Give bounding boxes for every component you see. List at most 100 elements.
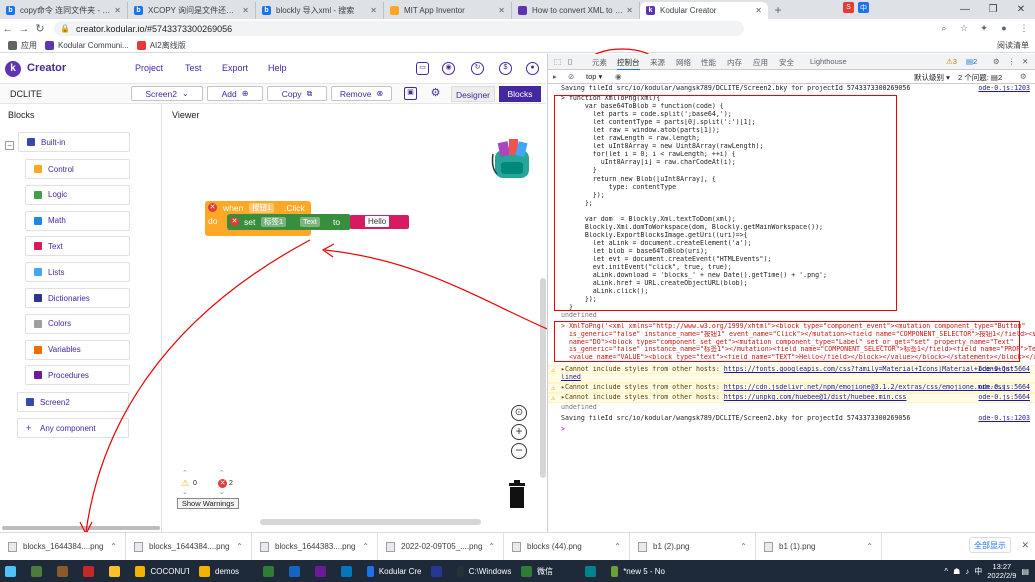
sidebar-toggle-icon[interactable]: ▸ [553,72,557,81]
console-settings-icon[interactable]: ⚙ [1020,72,1027,81]
console-source-link[interactable]: ode-0.js:1203 [978,85,1030,93]
network-icon[interactable]: ☗ [953,567,960,576]
tab-console[interactable]: 控制台 [617,57,640,71]
log-level-select[interactable]: 默认级别 ▾ [914,72,950,83]
browser-tab[interactable]: How to convert XML to png? ✕ [512,2,640,19]
minimize-icon[interactable]: — [951,4,979,15]
chevron-up-icon[interactable]: ⌃ [866,542,873,551]
forward-icon[interactable]: → [16,23,32,35]
taskbar-app[interactable] [258,560,284,582]
designer-tab[interactable]: Designer [451,86,495,102]
trash-icon[interactable] [507,479,527,509]
warning-link[interactable]: https://fonts.googleapis.com/css?family=… [724,366,1014,373]
screen-select-button[interactable]: Screen2 ⌄ [131,86,203,101]
taskbar-app[interactable]: C:\Windows\syste... [452,560,516,582]
volume-icon[interactable]: ♪ [965,567,969,576]
taskbar-app[interactable] [26,560,52,582]
gamepad-icon[interactable]: ◉ [442,62,455,75]
warning-link[interactable]: https://unpkg.com/huebee@1/dist/huebee.m… [724,394,907,401]
settings-gear-icon[interactable]: ⚙ [429,87,442,100]
browser-tab[interactable]: b blockly 导入xml - 搜索 ✕ [256,2,384,19]
reading-list[interactable]: 阅读清单 [997,40,1029,51]
tree-any-component[interactable]: + Any component [17,418,129,438]
chevron-up-icon[interactable]: ⌃ [740,542,747,551]
menu-icon[interactable]: ⋮ [1017,21,1031,35]
tree-builtin-item[interactable]: Text [25,236,130,257]
chevron-up-icon[interactable]: ⌃ [110,542,117,551]
star-icon[interactable]: ☆ [957,21,971,35]
backpack-icon[interactable] [489,136,535,182]
tree-screen2[interactable]: Screen2 [17,392,129,412]
chevron-down-icon[interactable]: ⌄ [219,488,225,496]
taskbar-app[interactable] [104,560,130,582]
tab-performance[interactable]: 性能 [701,57,716,68]
collapse-builtin-icon[interactable]: − [5,141,14,150]
tree-builtin[interactable]: Built-in [18,132,130,152]
eye-icon[interactable]: ◉ [615,72,622,81]
taskbar-app[interactable] [580,560,606,582]
download-item[interactable]: b1 (1).png ⌃ [756,532,882,561]
device-toolbar-icon[interactable]: ▯ [568,57,572,66]
menu-test[interactable]: Test [185,63,202,73]
download-item[interactable]: 2022-02-09T05_....png ⌃ [378,532,504,561]
taskbar-app[interactable] [284,560,310,582]
download-item[interactable]: b1 (2).png ⌃ [630,532,756,561]
url-input[interactable]: 🔒 creator.kodular.io/#5743373300269056 [54,21,744,36]
menu-export[interactable]: Export [222,63,248,73]
download-item[interactable]: blocks (44).png ⌃ [504,532,630,561]
text-property-dropdown[interactable]: Text [300,217,320,227]
label-component-dropdown[interactable]: 标签1 [261,217,287,227]
gallery-icon[interactable]: ▣ [404,87,417,100]
hello-text-value[interactable]: Hello [365,216,390,227]
tab-sources[interactable]: 来源 [650,57,665,68]
zoom-icon[interactable]: ⌕ [937,21,951,35]
bookmark-item[interactable]: Kodular Communi... [45,40,129,50]
tree-builtin-item[interactable]: Procedures [25,365,130,386]
reload-icon[interactable]: ↻ [32,22,48,35]
error-icon[interactable]: ✕ [208,203,217,212]
tab-close-icon[interactable]: ✕ [370,6,377,15]
taskbar-app[interactable]: *new 5 - Notepa... [606,560,670,582]
error-icon[interactable]: ✕ [230,217,239,226]
tab-network[interactable]: 网络 [676,57,691,68]
chevron-up-icon[interactable]: ⌃ [219,469,225,477]
tree-builtin-item[interactable]: Control [25,159,130,179]
start-button[interactable] [0,560,26,582]
chevron-up-icon[interactable]: ⌃ [362,542,369,551]
menu-project[interactable]: Project [135,63,163,73]
tree-builtin-item[interactable]: Dictionaries [25,288,130,308]
show-warnings-button[interactable]: Show Warnings [177,498,239,509]
menu-help[interactable]: Help [268,63,287,73]
tab-close-icon[interactable]: ✕ [498,6,505,15]
devtools-close-icon[interactable]: ✕ [1022,57,1028,66]
remove-screen-button[interactable]: Remove ⊗ [331,86,392,101]
tray-arrow-icon[interactable]: ^ [944,567,948,576]
clock[interactable]: 13:27 2022/2/9 [987,562,1016,580]
taskbar-app[interactable] [426,560,452,582]
folder-icon[interactable]: ▭ [416,62,429,75]
taskbar-app[interactable] [52,560,78,582]
show-all-downloads-button[interactable]: 全部显示 [969,537,1011,553]
tree-builtin-item[interactable]: Lists [25,262,130,283]
account-icon[interactable]: ● [526,62,539,75]
blocks-tab[interactable]: Blocks [499,86,541,102]
ime-icon[interactable]: 中 [858,2,869,13]
browser-tab[interactable]: b XCOPY 询问是文件还是文件夹✕ [128,2,256,19]
tab-close-icon[interactable]: ✕ [755,6,762,15]
bookmark-item[interactable]: AI2离线版 [136,40,186,51]
close-icon[interactable]: ✕ [1007,4,1035,15]
tab-security[interactable]: 安全 [779,57,794,68]
chevron-up-icon[interactable]: ⌃ [182,469,188,477]
browser-tab[interactable]: k Kodular Creator ✕ [640,2,768,19]
copy-screen-button[interactable]: Copy ⧉ [267,86,327,101]
browser-tab[interactable]: b copy命令 连同文件夹 - 搜索 ✕ [0,2,128,19]
downloads-close-icon[interactable]: ✕ [1021,540,1029,551]
tree-builtin-item[interactable]: Math [25,210,130,231]
sougou-icon[interactable]: S [843,2,854,13]
console-source-link[interactable]: ode-0.js:5664 [978,394,1030,402]
taskbar-app[interactable] [310,560,336,582]
back-icon[interactable]: ← [0,23,16,35]
chevron-up-icon[interactable]: ⌃ [236,542,243,551]
profile-icon[interactable]: ● [997,21,1011,35]
viewer-horizontal-scrollbar[interactable] [260,519,481,525]
